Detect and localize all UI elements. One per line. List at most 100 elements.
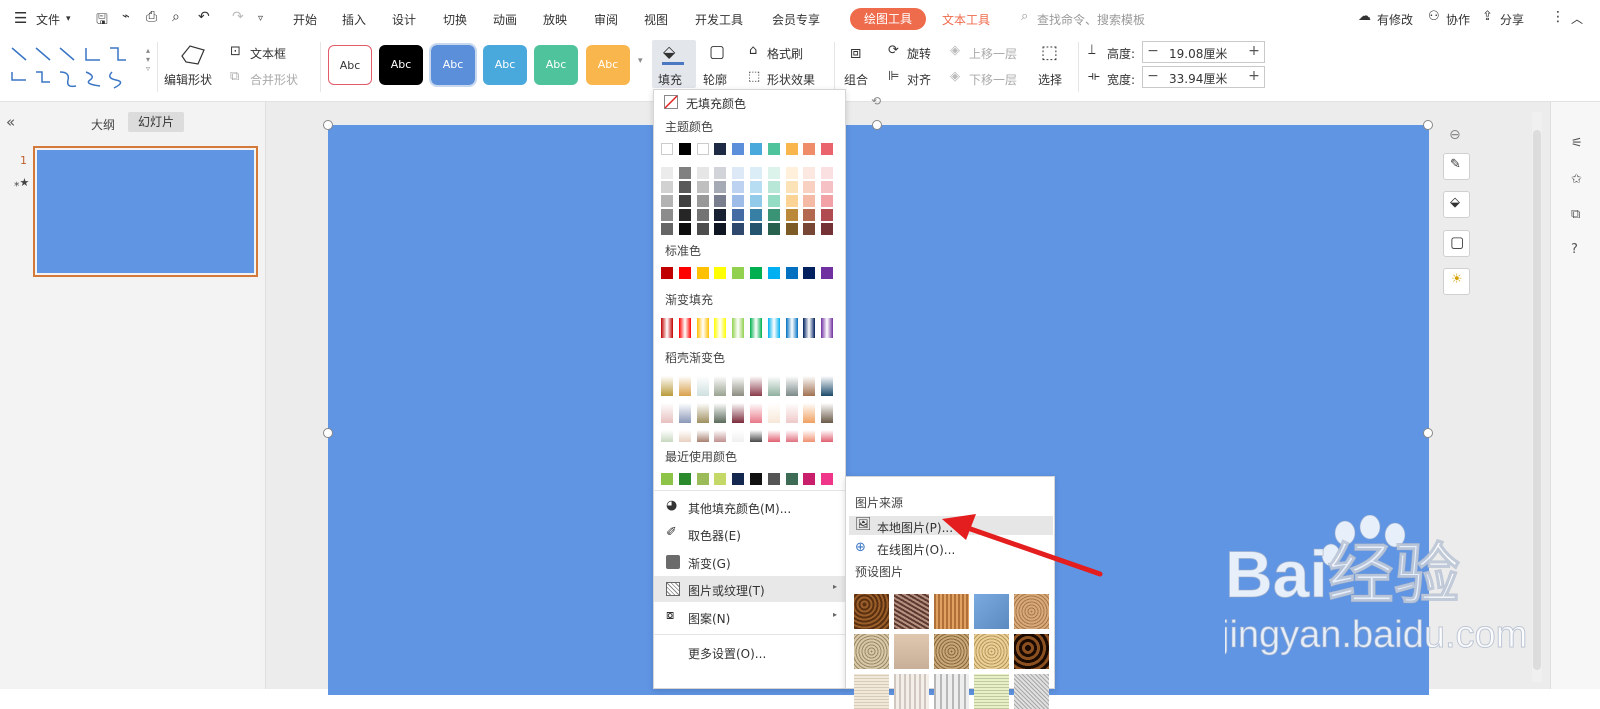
send-backward-button[interactable]: 下移一层 <box>969 71 1017 88</box>
print-preview-icon[interactable]: ⌕ <box>172 9 180 25</box>
shell-gradient-swatch[interactable] <box>785 376 798 396</box>
theme-shade-swatch[interactable] <box>696 223 709 235</box>
theme-color-swatch[interactable] <box>661 143 673 155</box>
preset-texture-swatch[interactable] <box>934 594 969 629</box>
theme-shade-swatch[interactable] <box>785 167 798 179</box>
theme-shade-swatch[interactable] <box>750 167 762 179</box>
theme-color-swatch[interactable] <box>750 143 762 155</box>
standard-color-swatch[interactable] <box>767 267 780 279</box>
pattern-option[interactable]: ⧇ 图案(N) ▸ <box>654 604 845 630</box>
width-decrease-button[interactable]: − <box>1143 67 1163 87</box>
help-icon[interactable]: ? <box>1571 242 1578 257</box>
tab-view[interactable]: 视图 <box>644 11 668 28</box>
standard-color-swatch[interactable] <box>732 267 745 279</box>
redo-icon[interactable]: ↷ <box>232 9 244 25</box>
tab-review[interactable]: 审阅 <box>594 11 618 28</box>
shell-gradient-swatch[interactable] <box>750 376 762 396</box>
styles-more-icon[interactable]: ▾ <box>638 56 643 66</box>
fill-button[interactable]: 填充 <box>658 71 682 88</box>
theme-shade-swatch[interactable] <box>785 195 798 207</box>
recent-color-swatch[interactable] <box>732 473 745 485</box>
gradient-swatch[interactable] <box>732 318 745 338</box>
shell-gradient-swatch[interactable] <box>803 430 816 442</box>
shell-gradient-swatch[interactable] <box>767 403 780 423</box>
shape-style-1[interactable]: Abc <box>328 45 372 85</box>
shell-gradient-swatch[interactable] <box>696 403 709 423</box>
print-icon[interactable]: ⎙ <box>146 9 157 25</box>
theme-color-swatch[interactable] <box>821 143 834 155</box>
recent-color-swatch[interactable] <box>678 473 691 485</box>
hamburger-icon[interactable]: ☰ <box>14 9 27 27</box>
preset-texture-swatch[interactable] <box>854 674 889 709</box>
tab-animation[interactable]: 动画 <box>493 11 517 28</box>
edit-shape-button[interactable]: 编辑形状 <box>164 71 212 88</box>
theme-color-swatch[interactable] <box>696 143 709 155</box>
shell-gradient-swatch[interactable] <box>714 376 727 396</box>
theme-shade-swatch[interactable] <box>750 181 762 193</box>
eyedropper-option[interactable]: ✐ 取色器(E) <box>654 521 845 547</box>
float-fill-button[interactable]: ⬙ <box>1443 191 1470 218</box>
rotate-handle-icon[interactable]: ⟲ <box>871 94 881 108</box>
shape-style-4[interactable]: Abc <box>483 45 527 85</box>
gradient-swatch[interactable] <box>661 318 673 338</box>
theme-shade-swatch[interactable] <box>678 223 691 235</box>
standard-color-swatch[interactable] <box>678 267 691 279</box>
standard-color-swatch[interactable] <box>750 267 762 279</box>
share-button[interactable]: 分享 <box>1500 11 1524 28</box>
settings-sliders-icon[interactable]: ⚟ <box>1571 136 1583 151</box>
gradient-swatch[interactable] <box>821 318 834 338</box>
theme-shade-swatch[interactable] <box>767 167 780 179</box>
align-button[interactable]: 对齐 <box>907 71 931 88</box>
shell-gradient-swatch[interactable] <box>803 376 816 396</box>
height-input[interactable]: − 19.08厘米 + <box>1142 41 1265 63</box>
theme-shade-swatch[interactable] <box>661 209 673 221</box>
theme-shade-swatch[interactable] <box>821 167 834 179</box>
theme-shade-swatch[interactable] <box>696 167 709 179</box>
gradient-swatch[interactable] <box>785 318 798 338</box>
shell-gradient-swatch[interactable] <box>696 376 709 396</box>
theme-shade-swatch[interactable] <box>714 181 727 193</box>
preset-texture-swatch[interactable] <box>854 594 889 629</box>
shell-gradient-swatch[interactable] <box>785 430 798 442</box>
recent-color-swatch[interactable] <box>821 473 834 485</box>
collapse-ribbon-icon[interactable]: ︿ <box>1571 10 1583 27</box>
shell-gradient-swatch[interactable] <box>785 403 798 423</box>
theme-shade-swatch[interactable] <box>714 223 727 235</box>
theme-shade-swatch[interactable] <box>750 223 762 235</box>
theme-shade-swatch[interactable] <box>821 195 834 207</box>
theme-shade-swatch[interactable] <box>767 195 780 207</box>
more-fill-colors-option[interactable]: ◕ 其他填充颜色(M)... <box>654 494 845 520</box>
shell-gradient-swatch[interactable] <box>821 430 834 442</box>
line-shapes-gallery[interactable] <box>8 42 143 92</box>
theme-shade-swatch[interactable] <box>732 181 745 193</box>
standard-color-swatch[interactable] <box>821 267 834 279</box>
chevron-down-icon[interactable]: ▾ <box>66 14 71 24</box>
theme-shade-swatch[interactable] <box>750 209 762 221</box>
shell-gradient-swatch[interactable] <box>821 376 834 396</box>
shell-gradient-swatch[interactable] <box>661 376 673 396</box>
more-icon[interactable]: ⋮ <box>1551 9 1565 25</box>
undo-icon[interactable]: ↶ <box>198 9 210 25</box>
tab-developer[interactable]: 开发工具 <box>695 11 743 28</box>
height-increase-button[interactable]: + <box>1244 42 1264 62</box>
slide-thumbnail[interactable] <box>33 146 258 277</box>
preset-texture-swatch[interactable] <box>894 674 929 709</box>
tab-text-tools[interactable]: 文本工具 <box>942 11 990 28</box>
shape-effects-button[interactable]: 形状效果 <box>767 71 815 88</box>
theme-color-swatch[interactable] <box>714 143 727 155</box>
recent-color-swatch[interactable] <box>750 473 762 485</box>
tab-transition[interactable]: 切换 <box>443 11 467 28</box>
shape-style-5[interactable]: Abc <box>534 45 578 85</box>
tab-slides[interactable]: 幻灯片 <box>128 112 184 132</box>
shell-gradient-swatch[interactable] <box>678 430 691 442</box>
float-idea-button[interactable]: ☀ <box>1443 268 1470 295</box>
gallery-scroll-icon[interactable]: ▴ ▾ ▿ <box>146 46 150 73</box>
theme-shade-swatch[interactable] <box>821 223 834 235</box>
recent-color-swatch[interactable] <box>785 473 798 485</box>
gradient-swatch[interactable] <box>678 318 691 338</box>
theme-shade-swatch[interactable] <box>750 195 762 207</box>
theme-color-swatch[interactable] <box>803 143 816 155</box>
preset-texture-swatch[interactable] <box>1014 594 1049 629</box>
preset-texture-swatch[interactable] <box>854 634 889 669</box>
resize-handle-tl[interactable] <box>323 120 333 130</box>
